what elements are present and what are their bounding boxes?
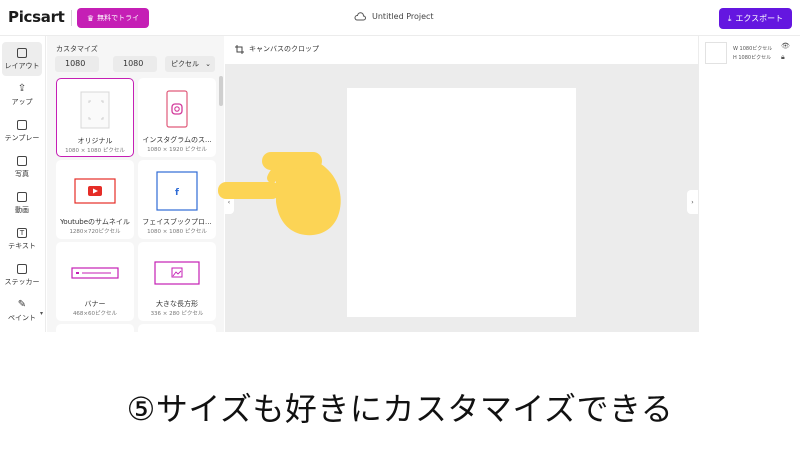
card-name: バナー	[84, 300, 106, 308]
rail-item-video[interactable]: 動画	[2, 186, 42, 220]
svg-text:f: f	[175, 188, 179, 198]
card-name: フェイスブックプロ...	[142, 218, 212, 226]
unit-select-value: ピクセル	[171, 60, 199, 68]
pointing-hand-icon	[218, 152, 341, 236]
export-button[interactable]: ⤓ エクスポート	[719, 8, 792, 29]
templates-icon	[17, 119, 27, 130]
crown-icon: ♛	[86, 13, 95, 23]
rail-item-label: テンプレー	[4, 133, 40, 142]
divider	[71, 10, 72, 26]
rail-item-upload[interactable]: ⇪ アップ	[2, 78, 42, 112]
rail-item-layout[interactable]: レイアウト	[2, 42, 42, 76]
unit-select[interactable]: ピクセル ⌄	[165, 56, 215, 72]
card-name: Youtubeのサムネイル	[60, 218, 130, 226]
lock-icon[interactable]: 🔒︎	[781, 53, 785, 62]
card-thumb: f	[138, 170, 216, 212]
card-name: インスタグラムのス...	[142, 136, 212, 144]
layer-thumbnail[interactable]	[705, 42, 727, 64]
card-thumb	[56, 252, 134, 294]
layer-height: H 1080ピクセル	[733, 55, 772, 61]
crop-label: キャンバスのクロップ	[249, 45, 319, 53]
rail-item-label: ペイント	[8, 314, 36, 322]
height-input[interactable]: 1080	[113, 56, 157, 72]
card-name: オリジナル	[77, 137, 113, 145]
card-thumb	[138, 88, 216, 130]
caption-text: ⑤サイズも好きにカスタマイズできる	[126, 390, 674, 428]
layout-icon	[17, 47, 27, 58]
card-size: 1080 × 1080 ピクセル	[147, 229, 207, 235]
layer-width: W 1080ピクセル	[733, 46, 773, 52]
panel-scrollbar[interactable]	[219, 76, 223, 106]
picsart-logo[interactable]: Picsart	[8, 8, 65, 26]
width-input[interactable]: 1080	[55, 56, 99, 72]
rail-item-label: 動画	[15, 205, 29, 214]
card-thumb	[57, 89, 133, 131]
rail-item-photos[interactable]: 写真	[2, 150, 42, 184]
collapse-right-panel-button[interactable]: ›	[687, 190, 698, 214]
rail-item-text[interactable]: T テキスト	[2, 222, 42, 256]
canvas-crop-button[interactable]: キャンバスのクロップ	[235, 44, 319, 54]
free-trial-button[interactable]: ♛ 無料でトライ	[77, 8, 149, 28]
card-thumb	[56, 170, 134, 212]
project-name: Untitled Project	[372, 12, 434, 21]
rail-item-label: 写真	[15, 169, 29, 178]
preset-card-instagram-story[interactable]: インスタグラムのス... 1080 × 1920 ピクセル	[138, 78, 216, 157]
chevron-down-icon[interactable]: ▾	[40, 310, 43, 317]
rail-item-paint[interactable]: ✎ ペイント	[2, 294, 42, 328]
brush-icon: ✎	[17, 299, 27, 310]
banner-icon	[71, 267, 119, 279]
rail-item-label: テキスト	[8, 241, 36, 250]
rail-item-label: レイアウト	[4, 61, 40, 70]
caption-area: ⑤サイズも好きにカスタマイズできる	[0, 332, 800, 450]
free-trial-label: 無料でトライ	[97, 14, 140, 22]
sticker-icon	[17, 263, 27, 274]
preset-card-original[interactable]: オリジナル 1080 × 1080 ピクセル	[56, 78, 134, 157]
card-thumb	[138, 252, 216, 294]
canvas-toolbar: キャンバスのクロップ	[225, 36, 698, 64]
crop-icon	[235, 44, 244, 54]
preset-card-banner[interactable]: バナー 468×60ピクセル	[56, 242, 134, 321]
instagram-icon	[166, 90, 188, 128]
card-name: 大きな長方形	[156, 300, 198, 308]
photo-icon	[17, 155, 27, 166]
eye-icon[interactable]: 👁︎	[781, 42, 790, 50]
card-size: 336 × 280 ピクセル	[150, 311, 204, 317]
cloud-icon	[354, 12, 366, 21]
rail-item-label: アップ	[11, 98, 33, 106]
download-icon: ⤓	[727, 13, 732, 23]
artboard[interactable]	[347, 88, 576, 317]
card-size: 1080 × 1080 ピクセル	[65, 148, 125, 154]
upload-icon: ⇪	[17, 83, 27, 94]
text-icon: T	[17, 227, 27, 238]
card-size: 468×60ピクセル	[72, 311, 118, 317]
card-size: 1280×720ピクセル	[69, 229, 121, 235]
chevron-down-icon: ⌄	[205, 60, 211, 68]
preset-card-partial[interactable]	[138, 324, 216, 332]
export-label: エクスポート	[735, 14, 784, 23]
facebook-icon: f	[156, 171, 198, 211]
preset-card-facebook-profile[interactable]: f フェイスブックプロ... 1080 × 1080 ピクセル	[138, 160, 216, 239]
preset-card-youtube-thumbnail[interactable]: Youtubeのサムネイル 1280×720ピクセル	[56, 160, 134, 239]
blank-page-icon	[80, 91, 110, 129]
rail-item-label: ステッカー	[4, 277, 40, 286]
preset-card-large-rectangle[interactable]: 大きな長方形 336 × 280 ピクセル	[138, 242, 216, 321]
rail-item-stickers[interactable]: ステッカー	[2, 258, 42, 292]
layout-panel: カスタマイズ 1080 🔒︎ 1080 ピクセル ⌄ オリジナル 1080 × …	[47, 36, 224, 332]
preset-card-partial[interactable]	[56, 324, 134, 332]
card-size: 1080 × 1920 ピクセル	[147, 147, 207, 153]
video-icon	[17, 191, 27, 202]
youtube-icon	[74, 178, 116, 204]
tool-rail: レイアウト ⇪ アップ テンプレー 写真 動画 T テキスト ステッカー ✎ ペ…	[0, 36, 46, 332]
image-rectangle-icon	[154, 261, 200, 285]
top-bar: Picsart ♛ 無料でトライ Untitled Project ⤓ エクスポ…	[0, 0, 800, 36]
layers-panel: W 1080ピクセル H 1080ピクセル 👁︎ 🔒︎	[698, 36, 800, 332]
project-title[interactable]: Untitled Project	[354, 12, 434, 21]
rail-item-templates[interactable]: テンプレー	[2, 114, 42, 148]
panel-title: カスタマイズ	[56, 45, 98, 53]
